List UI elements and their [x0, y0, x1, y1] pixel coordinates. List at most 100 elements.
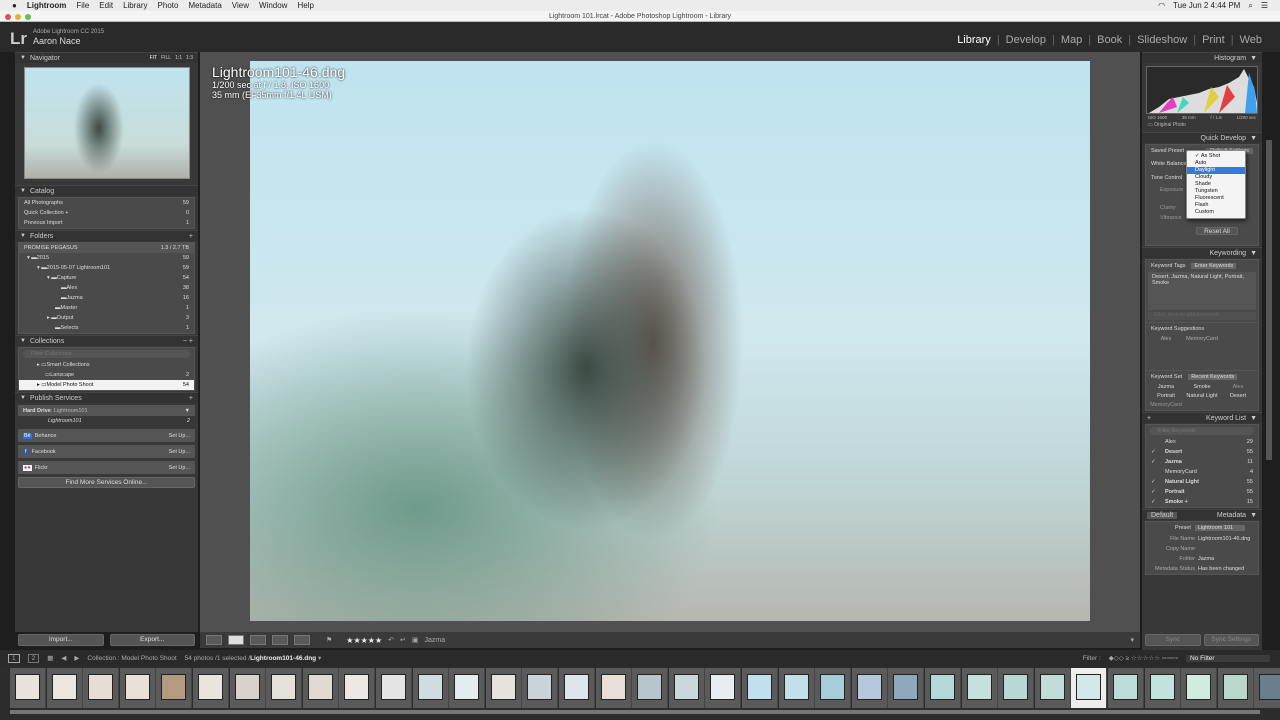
filmstrip-thumbnail[interactable] — [229, 668, 266, 708]
collection-item[interactable]: ▸ ▭ Smart Collections — [19, 360, 194, 370]
filmstrip-thumbnail[interactable] — [1034, 668, 1071, 708]
clock[interactable]: Tue Jun 2 4:44 PM — [1173, 1, 1240, 11]
minimize-button[interactable] — [15, 14, 21, 20]
keyword-list-item[interactable]: ✓ Desert 55 — [1146, 447, 1258, 457]
list-icon[interactable]: ☰ — [1261, 1, 1268, 11]
keyword-set-select[interactable]: Recent Keywords — [1188, 373, 1238, 380]
selected-filename[interactable]: Lightroom101-46.dng — [250, 655, 316, 662]
zoom-1-3[interactable]: 1:3 — [186, 55, 193, 61]
folder-item[interactable]: ▬ Master 1 — [19, 303, 194, 313]
folder-item[interactable]: ▬ Selects 1 — [19, 323, 194, 333]
wb-option[interactable]: Shade — [1187, 181, 1245, 188]
original-photo-toggle[interactable]: ▭ Original Photo — [1142, 121, 1262, 129]
filmstrip-thumbnail[interactable] — [156, 668, 193, 708]
filmstrip-thumbnail[interactable] — [1108, 668, 1144, 708]
wb-option[interactable]: Auto — [1187, 160, 1245, 167]
folder-item[interactable]: ▾ ▬ 2015-05-07 Lightroom101 59 — [19, 263, 194, 273]
filmstrip-thumbnail[interactable] — [705, 668, 742, 708]
filmstrip-thumbnail[interactable] — [10, 668, 46, 708]
zoom-fit[interactable]: FIT — [150, 55, 158, 61]
menu-view[interactable]: View — [232, 1, 249, 10]
add-keywords-input[interactable]: Click here to add keywords — [1148, 312, 1256, 320]
folders-header[interactable]: ▼ Folders + — [15, 230, 198, 241]
filmstrip-thumbnail[interactable] — [1071, 668, 1108, 708]
published-collection[interactable]: Lightroom101 2 — [18, 416, 195, 426]
filmstrip-thumbnail[interactable] — [815, 668, 852, 708]
filmstrip-thumbnail[interactable] — [1217, 668, 1254, 708]
module-develop[interactable]: Develop — [1000, 34, 1052, 46]
behance-service[interactable]: Bē Behance Set Up... — [18, 429, 195, 442]
zoom-button[interactable] — [25, 14, 31, 20]
rotate-left-icon[interactable]: ↶ — [388, 636, 394, 644]
filmstrip-thumbnail[interactable] — [449, 668, 486, 708]
module-print[interactable]: Print — [1196, 34, 1231, 46]
filter-preset-select[interactable]: No Filter — [1186, 654, 1270, 662]
module-slideshow[interactable]: Slideshow — [1131, 34, 1193, 46]
filmstrip-thumbnail[interactable] — [119, 668, 156, 708]
keyword-suggestion[interactable]: MemoryCard — [1184, 336, 1220, 368]
import-button[interactable]: Import... — [18, 634, 104, 646]
star-rating[interactable]: ★★★★★ — [346, 636, 382, 645]
add-collection-icon[interactable]: − + — [183, 338, 193, 345]
keyword-set-item[interactable]: Jazma — [1148, 384, 1184, 390]
keyword-set-item[interactable]: Natural Light — [1184, 393, 1220, 399]
filmstrip-thumbnail[interactable] — [1144, 668, 1181, 708]
wb-option[interactable]: Custom — [1187, 209, 1245, 216]
catalog-header[interactable]: ▼ Catalog — [15, 185, 198, 196]
collection-item[interactable]: ▭ Lanscape 2 — [19, 370, 194, 380]
grid-icon[interactable]: ▦ — [47, 654, 53, 662]
menu-library[interactable]: Library — [123, 1, 147, 10]
add-publish-icon[interactable]: + — [189, 395, 193, 402]
keyword-set-item[interactable]: Portrait — [1148, 393, 1184, 399]
filmstrip-thumbnail[interactable] — [266, 668, 303, 708]
module-library[interactable]: Library — [951, 34, 997, 46]
filmstrip-thumbnail[interactable] — [46, 668, 83, 708]
keyword-set-item[interactable]: Desert — [1220, 393, 1256, 399]
wb-option[interactable]: Flash — [1187, 202, 1245, 209]
menu-app[interactable]: Lightroom — [27, 1, 67, 10]
keyword-set-item[interactable]: Alex — [1220, 384, 1256, 390]
zoom-1-1[interactable]: 1:1 — [175, 55, 182, 61]
module-map[interactable]: Map — [1055, 34, 1088, 46]
filmstrip-thumbnail[interactable] — [559, 668, 595, 708]
collections-filter-input[interactable]: Filter Collections — [23, 350, 190, 358]
keyword-check-icon[interactable]: ✓ — [1151, 499, 1165, 505]
zoom-fill[interactable]: FILL — [161, 55, 171, 61]
collection-item-selected[interactable]: ▸ ▭ Model Photo Shoot 54 — [19, 380, 194, 390]
filmstrip-thumbnail[interactable] — [1181, 668, 1218, 708]
flickr-service[interactable]: ●● Flickr Set Up... — [18, 461, 195, 474]
metadata-header[interactable]: Default Metadata ▼ — [1142, 509, 1262, 520]
main-photo[interactable] — [250, 61, 1090, 621]
hard-drive-service[interactable]: Hard Drive: Lightroom101 ▼ — [18, 405, 195, 416]
keyword-check-icon[interactable]: ✓ — [1151, 489, 1165, 495]
second-window-button[interactable]: 2 — [27, 653, 40, 663]
quick-develop-header[interactable]: Quick Develop ▼ — [1142, 132, 1262, 143]
facebook-service[interactable]: f Facebook Set Up... — [18, 445, 195, 458]
loupe-view-icon[interactable] — [228, 635, 244, 645]
navigator-preview[interactable] — [24, 67, 190, 179]
filmstrip-thumbnail[interactable] — [302, 668, 339, 708]
catalog-item[interactable]: All Photographs 59 — [19, 198, 194, 208]
add-folder-icon[interactable]: + — [189, 233, 193, 240]
close-button[interactable] — [5, 14, 11, 20]
keyword-list-item[interactable]: ✓ Natural Light 55 — [1146, 477, 1258, 487]
module-web[interactable]: Web — [1234, 34, 1268, 46]
toolbar-menu-icon[interactable]: ▾ — [1130, 636, 1134, 644]
survey-view-icon[interactable] — [272, 635, 288, 645]
wb-option[interactable]: Fluorescent — [1187, 195, 1245, 202]
keyword-check-icon[interactable]: ✓ — [1151, 449, 1165, 455]
filmstrip-source[interactable]: Collection : Model Photo Shoot — [87, 655, 176, 662]
keyword-list-item[interactable]: MemoryCard 4 — [1146, 467, 1258, 477]
collections-header[interactable]: ▼ Collections − + — [15, 335, 198, 346]
white-balance-dropdown[interactable]: ✓ As Shot Auto Daylight Cloudy Shade Tun… — [1186, 150, 1246, 219]
reset-all-button[interactable]: Reset All — [1196, 227, 1238, 235]
keyword-filter-input[interactable]: Filter Keywords — [1150, 427, 1254, 435]
wb-option[interactable]: Cloudy — [1187, 174, 1245, 181]
folder-value[interactable]: Jazma — [1198, 556, 1214, 562]
filmstrip-thumbnail[interactable] — [376, 668, 412, 708]
painter-keyword[interactable]: Jazma — [425, 637, 446, 644]
painter-icon[interactable]: ▣ — [412, 636, 419, 644]
filmstrip-thumbnail[interactable] — [668, 668, 705, 708]
main-window-button[interactable]: 1 — [8, 653, 20, 663]
filmstrip-thumbnail[interactable] — [961, 668, 998, 708]
